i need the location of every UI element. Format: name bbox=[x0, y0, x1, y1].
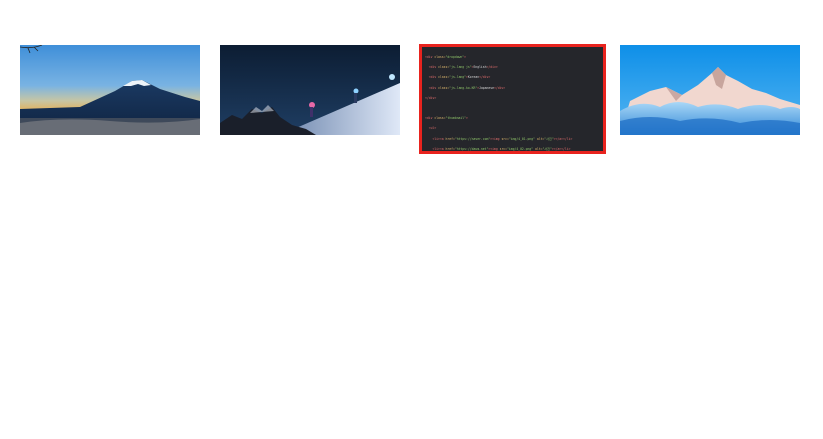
image-gallery: <div class="dropdown"> <div class="js-la… bbox=[0, 0, 823, 439]
thumbnail-mount-fuji[interactable] bbox=[20, 45, 200, 135]
mountain-clouds-image bbox=[620, 45, 800, 135]
night-hikers-image bbox=[220, 45, 400, 135]
code-snippet-image: <div class="dropdown"> <div class="js-la… bbox=[425, 55, 573, 151]
thumbnail-mountain-clouds[interactable] bbox=[620, 45, 800, 135]
mountain-sunset-image bbox=[20, 45, 200, 135]
thumbnail-code-snippet[interactable]: <div class="dropdown"> <div class="js-la… bbox=[419, 44, 606, 154]
thumbnail-night-hikers[interactable] bbox=[220, 45, 400, 135]
